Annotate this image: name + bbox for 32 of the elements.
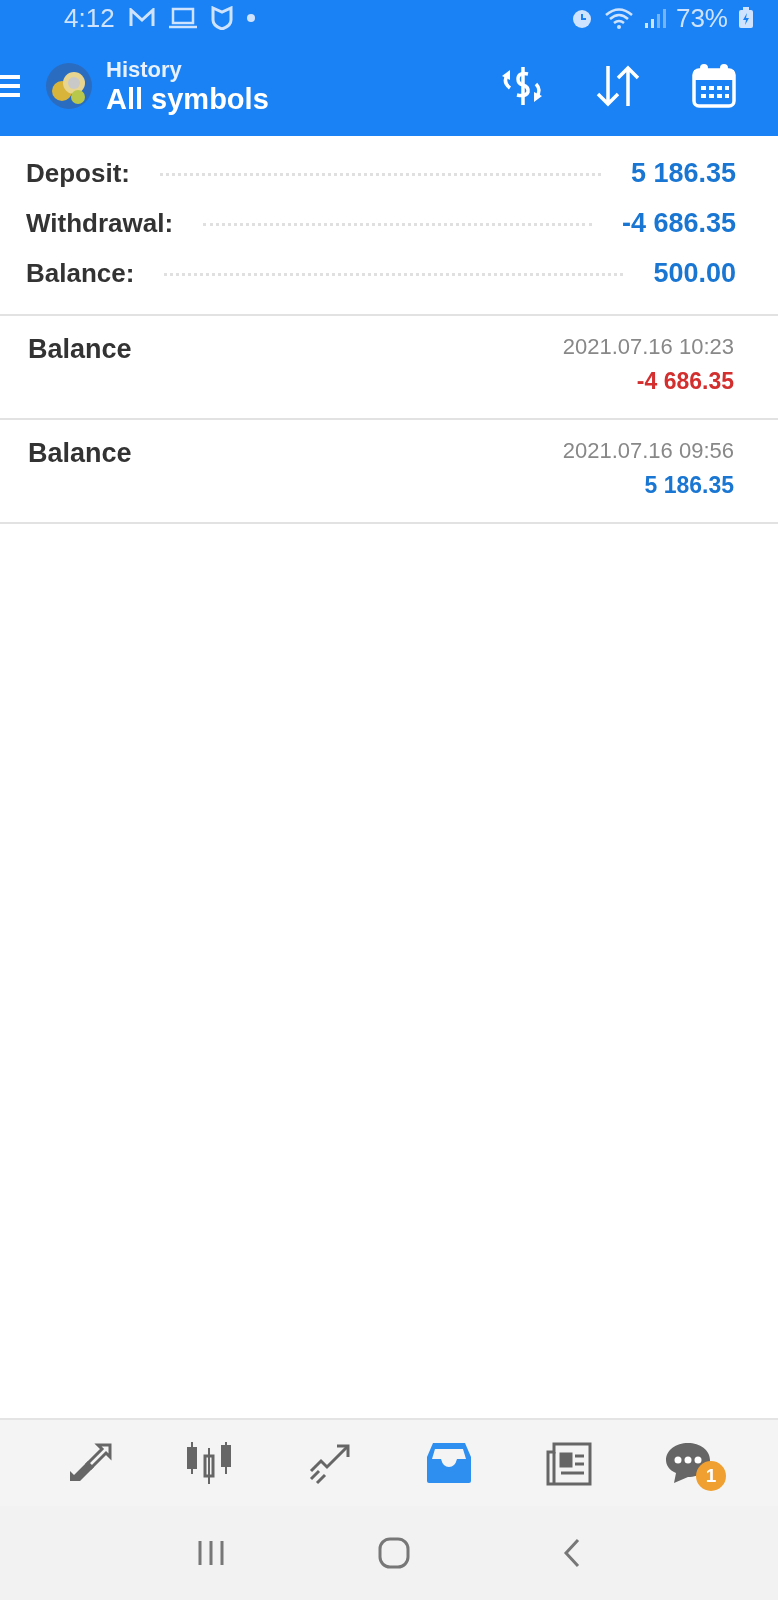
recent-apps-button[interactable] <box>196 1539 226 1567</box>
shield-icon <box>210 6 233 30</box>
newspaper-icon <box>544 1440 593 1486</box>
nav-tab[interactable]: 1 <box>648 1433 729 1493</box>
wifi-icon <box>603 6 634 30</box>
deal-amount: -4 686.35 <box>636 368 734 395</box>
coins-logo-icon <box>44 61 94 111</box>
back-button[interactable] <box>562 1538 582 1568</box>
battery-icon <box>738 7 754 29</box>
deal-type: Balance <box>28 334 132 366</box>
signal-icon <box>643 7 666 29</box>
summary-value: 500.00 <box>653 258 736 289</box>
summary-label: Withdrawal: <box>26 208 174 239</box>
dot-icon <box>246 14 255 22</box>
summary-value: 5 186.35 <box>630 158 736 189</box>
mail-icon <box>128 8 155 28</box>
deal-amount: 5 186.35 <box>644 472 734 499</box>
summary-label: Deposit: <box>26 158 130 189</box>
notification-badge: 1 <box>696 1461 727 1491</box>
laptop-icon <box>168 7 197 29</box>
summary-value: -4 686.35 <box>621 208 736 239</box>
screen-title: All symbols <box>106 82 269 116</box>
menu-icon[interactable] <box>0 73 20 99</box>
summary-label: Balance: <box>26 258 135 289</box>
deal-time: 2021.07.16 10:23 <box>562 334 734 360</box>
inbox-icon <box>424 1441 473 1485</box>
battery-percent: 73% <box>675 2 728 34</box>
home-button[interactable] <box>378 1537 410 1569</box>
deal-type: Balance <box>28 438 132 470</box>
deal-time: 2021.07.16 09:56 <box>562 438 734 464</box>
status-time: 4:12 <box>64 2 115 34</box>
screen-subtitle: History <box>106 56 183 83</box>
